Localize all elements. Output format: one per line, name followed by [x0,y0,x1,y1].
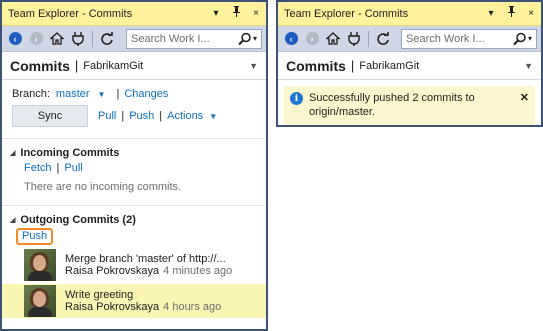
incoming-commits-header[interactable]: ◢ Incoming Commits [2,147,266,159]
pin-icon[interactable] [230,6,242,21]
incoming-empty-text: There are no incoming commits. [24,181,182,193]
notification-text: Successfully pushed 2 commits to origin/… [309,92,475,118]
repo-name: FabrikamGit [83,59,144,72]
panel-title: Team Explorer - Commits [8,7,133,20]
panel-titlebar: Team Explorer - Commits ▾ × [278,2,541,26]
home-icon[interactable] [324,30,342,48]
panel-title: Team Explorer - Commits [284,7,409,20]
header-divider: | [350,58,355,73]
plug-icon[interactable] [345,30,363,48]
search-icon[interactable]: ▾ [238,32,257,46]
window-dropdown-icon[interactable]: ▾ [485,8,497,20]
commit-author: Raisa Pokrovskaya [65,301,160,313]
page-title: Commits [10,57,70,74]
page-header: Commits | FabrikamGit ▼ [278,52,541,80]
team-explorer-right-panel: Team Explorer - Commits ▾ × ‹ › Search W… [276,0,543,127]
actions-row: Sync Pull | Push | Actions ▼ [2,102,266,130]
outgoing-commits-title: Outgoing Commits (2) [20,214,136,226]
commit-list-item[interactable]: Write greeting Raisa Pokrovskaya 4 hours … [2,284,266,318]
incoming-commits-title: Incoming Commits [20,147,120,159]
window-dropdown-icon[interactable]: ▾ [210,8,222,20]
push-link[interactable]: Push [129,110,154,122]
search-input[interactable]: Search Work I... ▾ [126,28,262,49]
close-icon[interactable]: × [250,8,262,20]
actions-menu[interactable]: Actions [167,110,203,122]
incoming-links: Fetch | Pull [2,160,266,176]
actions-dropdown-icon[interactable]: ▼ [209,112,217,121]
search-placeholder: Search Work I... [131,32,210,45]
close-icon[interactable]: × [525,8,537,20]
changes-link[interactable]: Changes [124,88,168,100]
outgoing-push-link[interactable]: Push [16,228,54,245]
back-arrow-icon[interactable]: ‹ [6,30,24,48]
pull-link[interactable]: Pull [98,110,116,122]
divider: | [116,88,120,100]
incoming-pull-link[interactable]: Pull [64,162,82,174]
toolbar-separator [368,30,369,47]
page-title: Commits [286,57,346,74]
back-arrow-icon[interactable]: ‹ [282,30,300,48]
branch-dropdown-icon[interactable]: ▼ [98,90,106,99]
branch-label: Branch: [12,88,50,100]
commit-message: Merge branch 'master' of http://... [65,253,226,265]
commit-time: 4 hours ago [163,301,222,313]
commit-time: 4 minutes ago [163,265,233,277]
team-explorer-left-panel: Team Explorer - Commits ▾ × ‹ › Search W… [0,0,268,331]
branch-row: Branch: master ▼ | Changes [2,80,266,102]
forward-arrow-icon[interactable]: › [303,30,321,48]
outgoing-commits-header[interactable]: ◢ Outgoing Commits (2) [2,214,266,226]
header-divider: | [74,58,79,73]
page-header: Commits | FabrikamGit ▼ [2,52,266,80]
info-icon: i [290,92,303,105]
commit-details: Merge branch 'master' of http://... Rais… [65,253,232,277]
panel-toolbar: ‹ › Search Work I... ▾ [2,26,266,52]
avatar [24,285,56,317]
panel-toolbar: ‹ › Search Work I... ▾ [278,26,541,52]
search-input[interactable]: Search Work I... ▾ [401,28,537,49]
divider: | [159,110,163,122]
toolbar-separator [92,30,93,47]
commit-meta: Raisa Pokrovskaya 4 hours ago [65,301,221,313]
commit-details: Write greeting Raisa Pokrovskaya 4 hours … [65,289,221,313]
collapse-triangle-icon[interactable]: ◢ [10,149,15,157]
sync-button[interactable]: Sync [12,105,88,127]
collapse-triangle-icon[interactable]: ◢ [10,216,15,224]
fetch-link[interactable]: Fetch [24,162,52,174]
pin-icon[interactable] [505,6,517,21]
commit-author: Raisa Pokrovskaya [65,265,160,277]
commit-message: Write greeting [65,289,134,301]
divider: | [56,162,60,174]
incoming-empty-row: There are no incoming commits. [2,179,266,195]
header-dropdown-icon[interactable]: ▼ [524,61,533,71]
incoming-commits-section: ◢ Incoming Commits Fetch | Pull There ar… [2,139,266,195]
outgoing-commits-section: ◢ Outgoing Commits (2) Push Merge branch… [2,206,266,318]
branch-selector[interactable]: master [56,88,90,100]
search-icon[interactable]: ▾ [513,32,532,46]
dismiss-notification-icon[interactable]: ✕ [520,91,529,104]
avatar [24,249,56,281]
home-icon[interactable] [48,30,66,48]
commit-meta: Raisa Pokrovskaya 4 minutes ago [65,265,232,277]
commit-list-item[interactable]: Merge branch 'master' of http://... Rais… [2,248,266,282]
outgoing-push-row: Push [2,228,266,245]
panel-titlebar: Team Explorer - Commits ▾ × [2,2,266,26]
repo-name: FabrikamGit [359,59,420,72]
refresh-icon[interactable] [374,30,392,48]
divider: | [121,110,125,122]
forward-arrow-icon[interactable]: › [27,30,45,48]
push-success-notification: i Successfully pushed 2 commits to origi… [284,86,535,125]
plug-icon[interactable] [69,30,87,48]
refresh-icon[interactable] [98,30,116,48]
search-placeholder: Search Work I... [406,32,485,45]
header-dropdown-icon[interactable]: ▼ [249,61,258,71]
